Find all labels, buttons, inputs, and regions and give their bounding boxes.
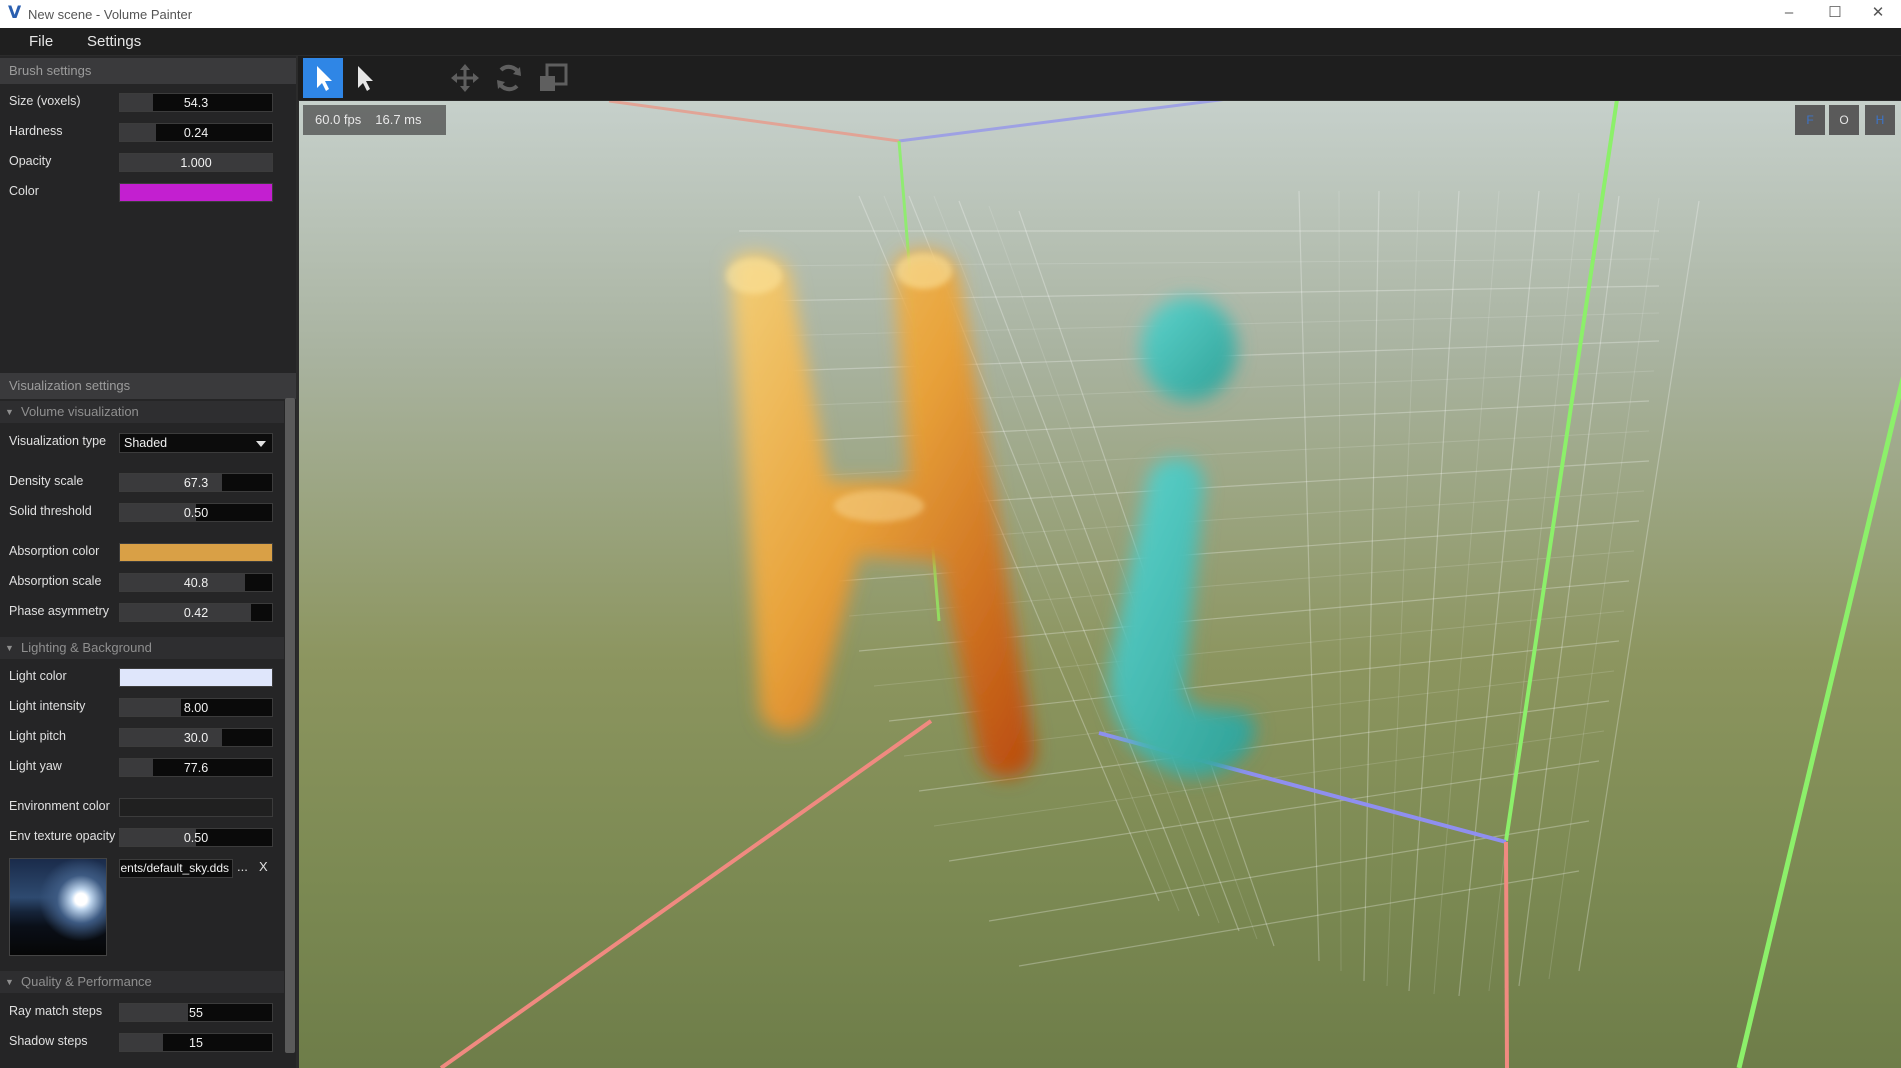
collapse-triangle-icon: ▼	[5, 643, 14, 653]
menu-settings[interactable]: Settings	[87, 33, 141, 50]
opacity-value: 1.000	[180, 156, 212, 170]
window-title: New scene - Volume Painter	[28, 7, 193, 22]
quality-performance-group[interactable]: ▼ Quality & Performance	[0, 971, 284, 993]
light-yaw-label: Light yaw	[9, 759, 62, 773]
opacity-slider[interactable]: 1.000	[119, 153, 273, 172]
solid-threshold-value: 0.50	[183, 506, 209, 520]
light-yaw-slider[interactable]: 77.6	[119, 758, 273, 777]
shadow-steps-slider[interactable]: 15	[119, 1033, 273, 1052]
chevron-down-icon	[256, 441, 266, 447]
phase-asymmetry-value: 0.42	[183, 606, 209, 620]
collapse-triangle-icon: ▼	[5, 977, 14, 987]
env-texture-path-field[interactable]: ents/default_sky.dds	[119, 859, 233, 878]
density-scale-label: Density scale	[9, 474, 84, 488]
view-button-o[interactable]: O	[1829, 105, 1859, 135]
menu-file[interactable]: File	[29, 33, 53, 50]
hardness-slider[interactable]: 0.24	[119, 123, 273, 142]
env-texture-opacity-value: 0.50	[183, 831, 209, 845]
hardness-label: Hardness	[9, 124, 63, 138]
env-texture-thumbnail[interactable]	[9, 858, 107, 956]
absorption-scale-label: Absorption scale	[9, 574, 102, 588]
toolbar	[298, 56, 1901, 100]
absorption-scale-slider[interactable]: 40.8	[119, 573, 273, 592]
performance-stats: 60.0 fps 16.7 ms	[303, 105, 446, 135]
absorption-color-swatch[interactable]	[119, 543, 273, 562]
lighting-background-title: Lighting & Background	[21, 640, 152, 655]
frame-time-readout: 16.7 ms	[375, 112, 422, 127]
brush-color-swatch[interactable]	[119, 183, 273, 202]
light-pitch-value: 30.0	[183, 731, 209, 745]
solid-threshold-slider[interactable]: 0.50	[119, 503, 273, 522]
scale-icon	[540, 63, 568, 91]
shadow-steps-label: Shadow steps	[9, 1034, 88, 1048]
light-intensity-slider[interactable]: 8.00	[119, 698, 273, 717]
select-tool-button[interactable]	[344, 58, 384, 98]
density-scale-value: 67.3	[183, 476, 209, 490]
phase-asymmetry-label: Phase asymmetry	[9, 604, 110, 618]
panel-scrollbar[interactable]	[285, 398, 295, 1053]
cursor-arrow-icon	[358, 66, 373, 91]
ray-march-steps-slider[interactable]: 55	[119, 1003, 273, 1022]
ray-march-steps-label: Ray match steps	[9, 1004, 103, 1018]
environment-color-label: Environment color	[9, 799, 110, 813]
app-logo-icon: V	[8, 3, 22, 23]
rotate-icon	[497, 64, 521, 92]
color-label: Color	[9, 184, 39, 198]
rotate-tool-button[interactable]	[489, 58, 529, 98]
view-button-h[interactable]: H	[1865, 105, 1895, 135]
absorption-color-label: Absorption color	[9, 544, 100, 558]
density-scale-slider[interactable]: 67.3	[119, 473, 273, 492]
ray-march-steps-value: 55	[189, 1006, 203, 1020]
menu-bar: File Settings	[0, 28, 1901, 55]
shadow-steps-value: 15	[189, 1036, 203, 1050]
light-pitch-label: Light pitch	[9, 729, 66, 743]
collapse-triangle-icon: ▼	[5, 407, 14, 417]
light-pitch-slider[interactable]: 30.0	[119, 728, 273, 747]
visualization-type-select[interactable]: Shaded	[119, 433, 273, 453]
move-tool-button[interactable]	[445, 58, 485, 98]
solid-threshold-label: Solid threshold	[9, 504, 92, 518]
light-color-swatch[interactable]	[119, 668, 273, 687]
left-panel: Brush settings Size (voxels) 54.3 Hardne…	[0, 56, 296, 1068]
view-button-f[interactable]: F	[1795, 105, 1825, 135]
title-bar: V New scene - Volume Painter – ☐ ✕	[0, 0, 1901, 28]
lighting-background-group[interactable]: ▼ Lighting & Background	[0, 637, 284, 659]
quality-performance-title: Quality & Performance	[21, 974, 152, 989]
light-intensity-label: Light intensity	[9, 699, 86, 713]
environment-color-swatch[interactable]	[119, 798, 273, 817]
close-button[interactable]: ✕	[1855, 0, 1901, 28]
size-slider[interactable]: 54.3	[119, 93, 273, 112]
light-color-label: Light color	[9, 669, 67, 683]
light-intensity-value: 8.00	[183, 701, 209, 715]
cursor-arrow-icon	[317, 66, 332, 91]
env-texture-browse-button[interactable]: ...	[237, 859, 248, 874]
env-texture-clear-button[interactable]: X	[259, 859, 268, 874]
size-value: 54.3	[183, 96, 209, 110]
volume-visualization-title: Volume visualization	[21, 404, 139, 419]
hardness-value: 0.24	[183, 126, 209, 140]
visualization-type-label: Visualization type	[9, 434, 107, 448]
select-tool-active-button[interactable]	[303, 58, 343, 98]
fps-readout: 60.0 fps	[315, 112, 362, 127]
brush-settings-header: Brush settings	[0, 58, 296, 84]
absorption-scale-value: 40.8	[183, 576, 209, 590]
phase-asymmetry-slider[interactable]: 0.42	[119, 603, 273, 622]
size-label: Size (voxels)	[9, 94, 81, 108]
viewport-3d[interactable]: 60.0 fps 16.7 ms F O H	[299, 101, 1901, 1068]
volume-visualization-group[interactable]: ▼ Volume visualization	[0, 401, 284, 423]
move-arrows-icon	[451, 64, 479, 92]
env-texture-opacity-label: Env texture opacity	[9, 829, 116, 843]
visualization-settings-header: Visualization settings	[0, 373, 296, 399]
env-texture-opacity-slider[interactable]: 0.50	[119, 828, 273, 847]
opacity-label: Opacity	[9, 154, 52, 168]
minimize-button[interactable]: –	[1766, 0, 1812, 28]
visualization-type-value: Shaded	[124, 436, 168, 450]
scene-render	[439, 101, 1901, 1068]
scale-tool-button[interactable]	[533, 58, 573, 98]
light-yaw-value: 77.6	[183, 761, 209, 775]
maximize-button[interactable]: ☐	[1812, 0, 1858, 28]
